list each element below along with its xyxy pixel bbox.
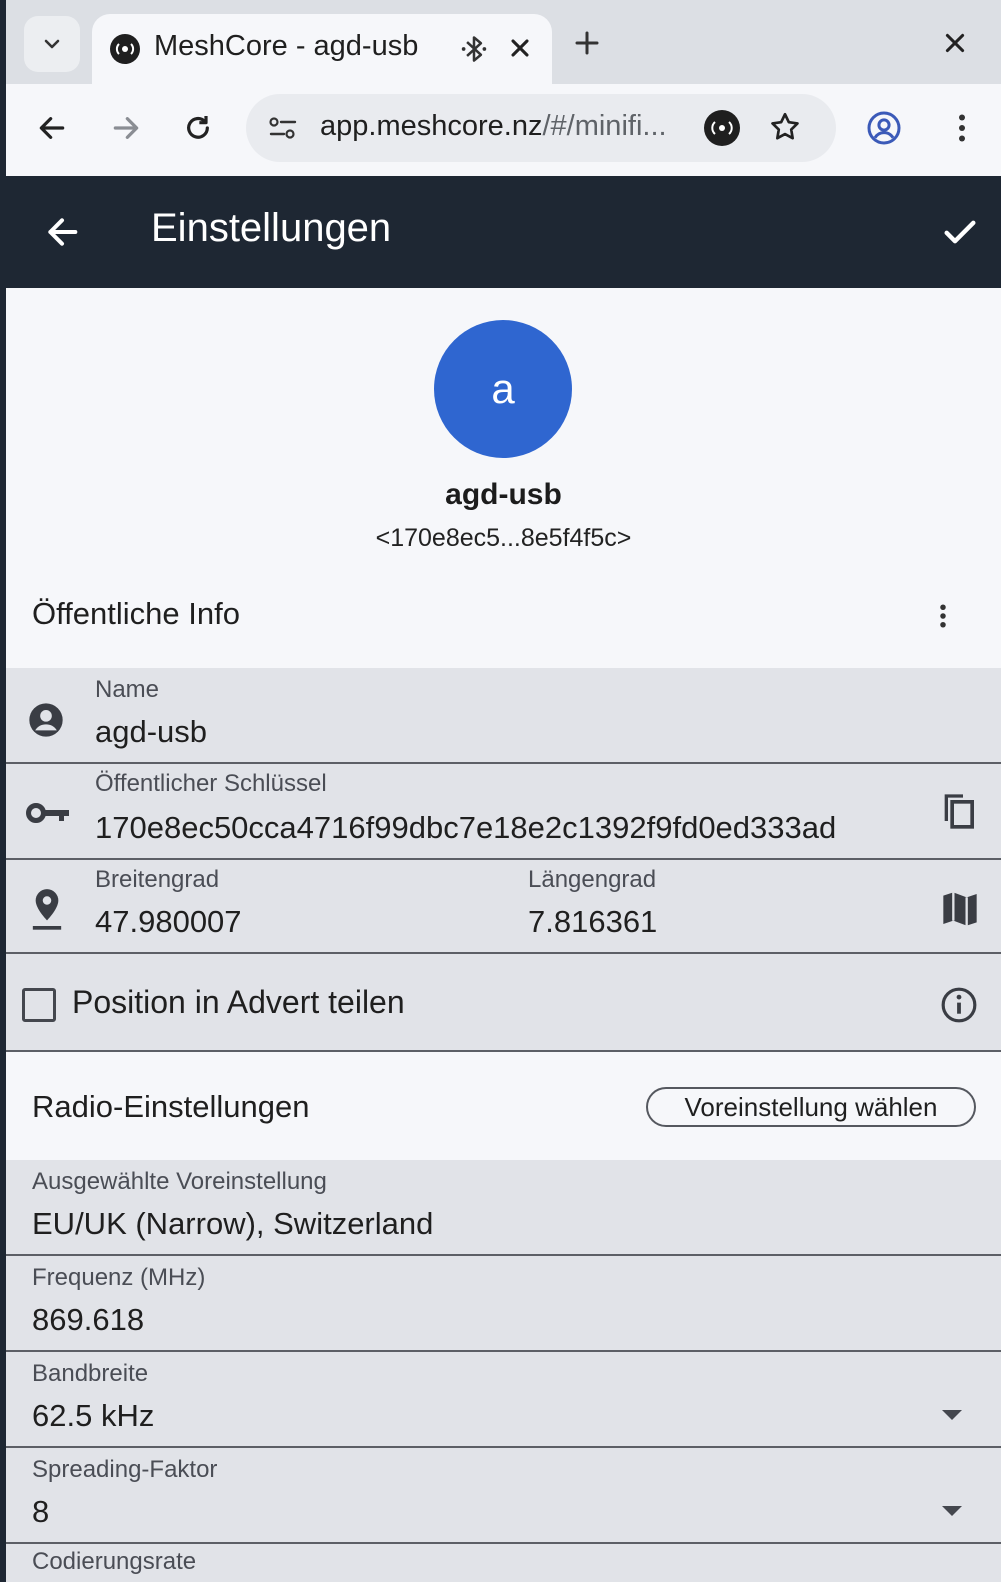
copy-icon[interactable] — [938, 788, 978, 834]
selected-preset-label: Ausgewählte Voreinstellung — [32, 1168, 327, 1195]
profile-name: agd-usb — [445, 478, 562, 511]
window-close-icon[interactable] — [942, 30, 968, 56]
info-icon[interactable] — [940, 986, 978, 1024]
spreading-factor-label: Spreading-Faktor — [32, 1456, 218, 1483]
name-value: agd-usb — [95, 714, 208, 749]
chevron-down-icon — [44, 39, 60, 49]
dropdown-caret-icon — [942, 1506, 962, 1516]
map-icon[interactable] — [940, 890, 980, 928]
bandwidth-label: Bandbreite — [32, 1360, 149, 1387]
tab-search-button[interactable] — [24, 16, 80, 72]
profile-key-short: <170e8ec5...8e5f4f5c> — [375, 524, 632, 552]
browser-tab[interactable]: MeshCore - agd-usb — [92, 14, 552, 84]
meshcore-extension-icon[interactable] — [704, 110, 740, 146]
forward-arrow-icon[interactable] — [110, 112, 142, 144]
account-circle-icon — [29, 703, 63, 737]
app-bar: Einstellungen — [6, 176, 1001, 288]
section-title-public-info: Öffentliche Info — [32, 596, 240, 631]
longitude-value[interactable]: 7.816361 — [528, 904, 657, 940]
public-key-field[interactable]: Öffentlicher Schlüssel 170e8ec50cca4716f… — [6, 764, 1001, 860]
spreading-factor-select[interactable]: Spreading-Faktor 8 — [6, 1448, 1001, 1544]
profile-icon[interactable] — [866, 110, 902, 146]
longitude-label: Längengrad — [528, 866, 657, 893]
site-settings-icon[interactable] — [268, 114, 298, 142]
latitude-value[interactable]: 47.980007 — [95, 904, 242, 940]
save-check-icon[interactable] — [938, 212, 982, 252]
new-tab-plus-icon[interactable] — [572, 28, 602, 58]
bandwidth-value: 62.5 kHz — [32, 1398, 155, 1433]
spreading-factor-value: 8 — [32, 1494, 50, 1529]
avatar: a — [434, 320, 572, 458]
page-title: Einstellungen — [151, 206, 392, 250]
back-arrow-icon[interactable] — [36, 112, 68, 144]
tab-strip: MeshCore - agd-usb — [6, 0, 1001, 84]
selected-preset-field: Ausgewählte Voreinstellung EU/UK (Narrow… — [6, 1160, 1001, 1256]
share-position-row[interactable]: Position in Advert teilen — [6, 954, 1001, 1052]
tab-title: MeshCore - agd-usb — [154, 30, 419, 62]
url-text: app.meshcore.nz/#/minifi... — [320, 110, 667, 142]
frequency-label: Frequenz (MHz) — [32, 1264, 206, 1291]
key-icon — [26, 803, 69, 823]
coding-rate-label: Codierungsrate — [32, 1548, 197, 1575]
browser-toolbar: app.meshcore.nz/#/minifi... — [6, 84, 1001, 176]
public-key-label: Öffentlicher Schlüssel — [95, 770, 327, 797]
choose-preset-button[interactable]: Voreinstellung wählen — [646, 1087, 976, 1127]
dropdown-caret-icon — [942, 1410, 962, 1420]
bookmark-star-icon[interactable] — [768, 110, 802, 144]
location-field[interactable]: Breitengrad 47.980007 Längengrad 7.81636… — [6, 860, 1001, 954]
browser-menu-icon[interactable] — [944, 110, 980, 146]
public-key-value: 170e8ec50cca4716f99dbc7e18e2c1392f9fd0ed… — [95, 810, 837, 845]
browser-window: MeshCore - agd-usb app.meshcore.nz/#/min… — [6, 0, 1001, 1582]
tab-close-icon[interactable] — [506, 34, 534, 62]
reload-icon[interactable] — [182, 112, 214, 144]
address-bar[interactable]: app.meshcore.nz/#/minifi... — [246, 94, 836, 162]
bluetooth-icon — [461, 36, 487, 62]
public-info-menu-icon[interactable] — [928, 598, 958, 634]
frequency-field[interactable]: Frequenz (MHz) 869.618 — [6, 1256, 1001, 1352]
share-position-checkbox[interactable] — [22, 988, 56, 1022]
location-pin-icon — [32, 889, 62, 930]
share-position-label: Position in Advert teilen — [72, 984, 405, 1020]
meshcore-favicon-icon — [110, 34, 140, 64]
coding-rate-select[interactable]: Codierungsrate — [6, 1544, 1001, 1582]
latitude-label: Breitengrad — [95, 866, 220, 893]
back-arrow-icon[interactable] — [42, 212, 82, 252]
selected-preset-value: EU/UK (Narrow), Switzerland — [32, 1206, 434, 1241]
name-label: Name — [95, 676, 160, 703]
name-field[interactable]: Name agd-usb — [6, 668, 1001, 764]
frequency-value: 869.618 — [32, 1302, 145, 1337]
bandwidth-select[interactable]: Bandbreite 62.5 kHz — [6, 1352, 1001, 1448]
section-title-radio: Radio-Einstellungen — [32, 1089, 310, 1124]
